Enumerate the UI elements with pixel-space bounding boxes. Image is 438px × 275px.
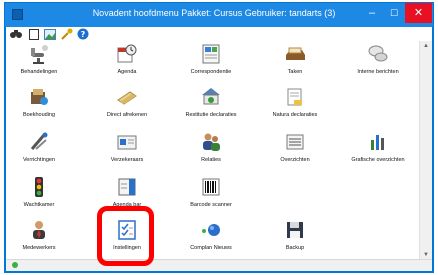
menu-item-wachtkamer[interactable]: Wachtkamer [2,176,76,212]
inbox-tray-icon [284,43,306,65]
menu-item-boekhouding[interactable]: Boekhouding [2,86,76,122]
toolbar: ? [6,27,432,42]
menu-item-label: Correspondentie [190,69,232,75]
menu-item-correspondentie[interactable]: Correspondentie [174,43,248,79]
menu-item-verrichtingen[interactable]: Verrichtingen [2,131,76,167]
window-title: Novadent hoofdmenu Pakket: Cursus Gebrui… [92,8,336,18]
treatment-chair-icon [28,43,50,65]
menu-panel: Behandelingen Agenda Correspondentie Tak… [6,41,420,260]
maximize-button[interactable]: ☐ [383,3,405,23]
close-button[interactable]: ✕ [405,3,432,23]
correspondence-icon [200,43,222,65]
title-bar[interactable]: Novadent hoofdmenu Pakket: Cursus Gebrui… [5,3,433,27]
menu-item-restitutie-declaraties[interactable]: Restitutie declaraties [174,86,248,122]
menu-item-behandelingen[interactable]: Behandelingen [2,43,76,79]
menu-item-label: Taken [287,69,303,75]
traffic-light-icon [28,176,50,198]
menu-item-label: Medewerkers [22,245,56,251]
menu-item-label: Verzekeraars [110,157,144,163]
menu-item-taken[interactable]: Taken [258,43,332,79]
menu-item-label: Behandelingen [20,69,58,75]
status-indicator-icon [12,262,18,268]
chat-bubbles-icon [367,43,389,65]
key-icon[interactable] [61,28,73,40]
people-icon [200,131,222,153]
barcode-icon [200,176,222,198]
menu-item-label: Wachtkamer [23,202,55,208]
menu-item-label: Grafische overzichten [351,157,405,163]
menu-item-label: Barcode scanner [190,202,232,208]
menu-item-label: Complan Nieuws [190,245,232,251]
minimize-button[interactable]: – [361,3,383,23]
menu-item-medewerkers[interactable]: Medewerkers [2,219,76,255]
scroll-up-icon[interactable]: ▲ [420,41,432,51]
employee-icon [28,219,50,241]
menu-item-label: Interne berichten [357,69,399,75]
app-window: Novadent hoofdmenu Pakket: Cursus Gebrui… [4,2,434,273]
cash-icon [116,86,138,108]
blank-page-icon[interactable] [28,28,40,40]
menu-item-label: Verrichtingen [22,157,56,163]
menu-item-label: Overzichten [280,157,310,163]
report-icon [284,131,306,153]
menu-item-backup[interactable]: Backup [258,219,332,255]
menu-item-interne-berichten[interactable]: Interne berichten [341,43,415,79]
svg-text:?: ? [81,30,86,39]
menu-item-relaties[interactable]: Relaties [174,131,248,167]
menu-item-overzichten[interactable]: Overzichten [258,131,332,167]
menu-item-grafische-overzichten[interactable]: Grafische overzichten [341,131,415,167]
help-icon[interactable]: ? [77,28,89,40]
status-bar [6,259,432,271]
menu-item-label: Natura declaraties [272,112,318,118]
menu-item-barcode-scanner[interactable]: Barcode scanner [174,176,248,212]
menu-item-natura-declaraties[interactable]: Natura declaraties [258,86,332,122]
news-icon [200,219,222,241]
floppy-disk-icon [284,219,306,241]
highlight-box [97,206,154,266]
agenda-bar-icon [116,176,138,198]
accounting-icon [28,86,50,108]
menu-item-label: Boekhouding [22,112,56,118]
picture-icon[interactable] [44,28,56,40]
menu-item-label: Agenda [117,69,137,75]
menu-item-agenda[interactable]: Agenda [90,43,164,79]
bar-chart-icon [367,131,389,153]
menu-item-label: Relaties [201,157,221,163]
app-icon[interactable] [12,9,23,20]
menu-item-complan-nieuws[interactable]: Complan Nieuws [174,219,248,255]
menu-item-direct-afrekenen[interactable]: Direct afrekenen [90,86,164,122]
menu-item-label: Restitutie declaraties [185,112,237,118]
menu-item-label: Direct afrekenen [106,112,148,118]
vertical-scrollbar[interactable]: ▲ ▼ [419,41,432,260]
document-icon [284,86,306,108]
insurance-card-icon [116,131,138,153]
menu-item-label: Backup [285,245,305,251]
menu-item-verzekeraars[interactable]: Verzekeraars [90,131,164,167]
refund-icon [200,86,222,108]
dental-tool-icon [28,131,50,153]
binoculars-icon[interactable] [10,28,22,40]
calendar-clock-icon [116,43,138,65]
